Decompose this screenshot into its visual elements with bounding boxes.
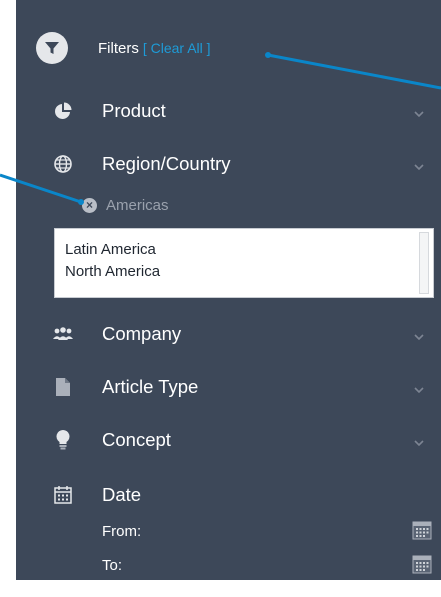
section-article-type-label: Article Type xyxy=(102,376,199,397)
date-to-row: To: xyxy=(16,554,441,580)
region-option[interactable]: North America xyxy=(65,263,160,280)
calendar-icon xyxy=(52,484,74,506)
chevron-down-icon[interactable] xyxy=(412,329,426,341)
lightbulb-icon xyxy=(52,429,74,451)
date-to-calendar-icon[interactable] xyxy=(412,554,434,576)
section-region-country[interactable]: Region/Country xyxy=(16,146,441,182)
chevron-down-icon[interactable] xyxy=(412,382,426,394)
section-date-label: Date xyxy=(102,484,142,505)
section-concept[interactable]: Concept xyxy=(16,422,441,458)
filters-title: Filters xyxy=(98,39,139,57)
section-date: Date xyxy=(16,477,441,513)
funnel-icon xyxy=(36,32,68,64)
section-company[interactable]: Company xyxy=(16,316,441,352)
chevron-down-icon[interactable] xyxy=(412,435,426,447)
date-from-label: From: xyxy=(102,523,142,540)
chevron-down-icon[interactable] xyxy=(412,159,426,171)
pie-chart-icon xyxy=(52,100,74,122)
document-icon xyxy=(52,376,74,398)
filters-header: Filters [ Clear All ] xyxy=(36,30,211,66)
section-region-country-label: Region/Country xyxy=(102,153,231,174)
date-to-label: To: xyxy=(102,557,123,574)
region-option[interactable]: Latin America xyxy=(65,241,156,258)
date-from-calendar-icon[interactable] xyxy=(412,520,434,542)
selected-region-tag: × Americas xyxy=(82,194,169,216)
remove-tag-icon[interactable]: × xyxy=(82,197,97,213)
listbox-scrollbar[interactable] xyxy=(419,232,429,294)
selected-region-label: Americas xyxy=(106,196,169,214)
section-product[interactable]: Product xyxy=(16,93,441,129)
section-concept-label: Concept xyxy=(102,429,171,450)
region-options-listbox[interactable]: Latin America North America xyxy=(54,228,434,298)
section-company-label: Company xyxy=(102,323,182,344)
filters-panel: Filters [ Clear All ] Product Region/Cou xyxy=(16,0,441,580)
date-from-row: From: xyxy=(16,520,441,546)
globe-icon xyxy=(52,153,74,175)
users-icon xyxy=(52,323,74,345)
clear-all-link[interactable]: [ Clear All ] xyxy=(143,40,211,56)
section-article-type[interactable]: Article Type xyxy=(16,369,441,405)
scrollbar-thumb[interactable] xyxy=(419,232,429,294)
chevron-down-icon[interactable] xyxy=(412,106,426,118)
section-product-label: Product xyxy=(102,100,166,121)
